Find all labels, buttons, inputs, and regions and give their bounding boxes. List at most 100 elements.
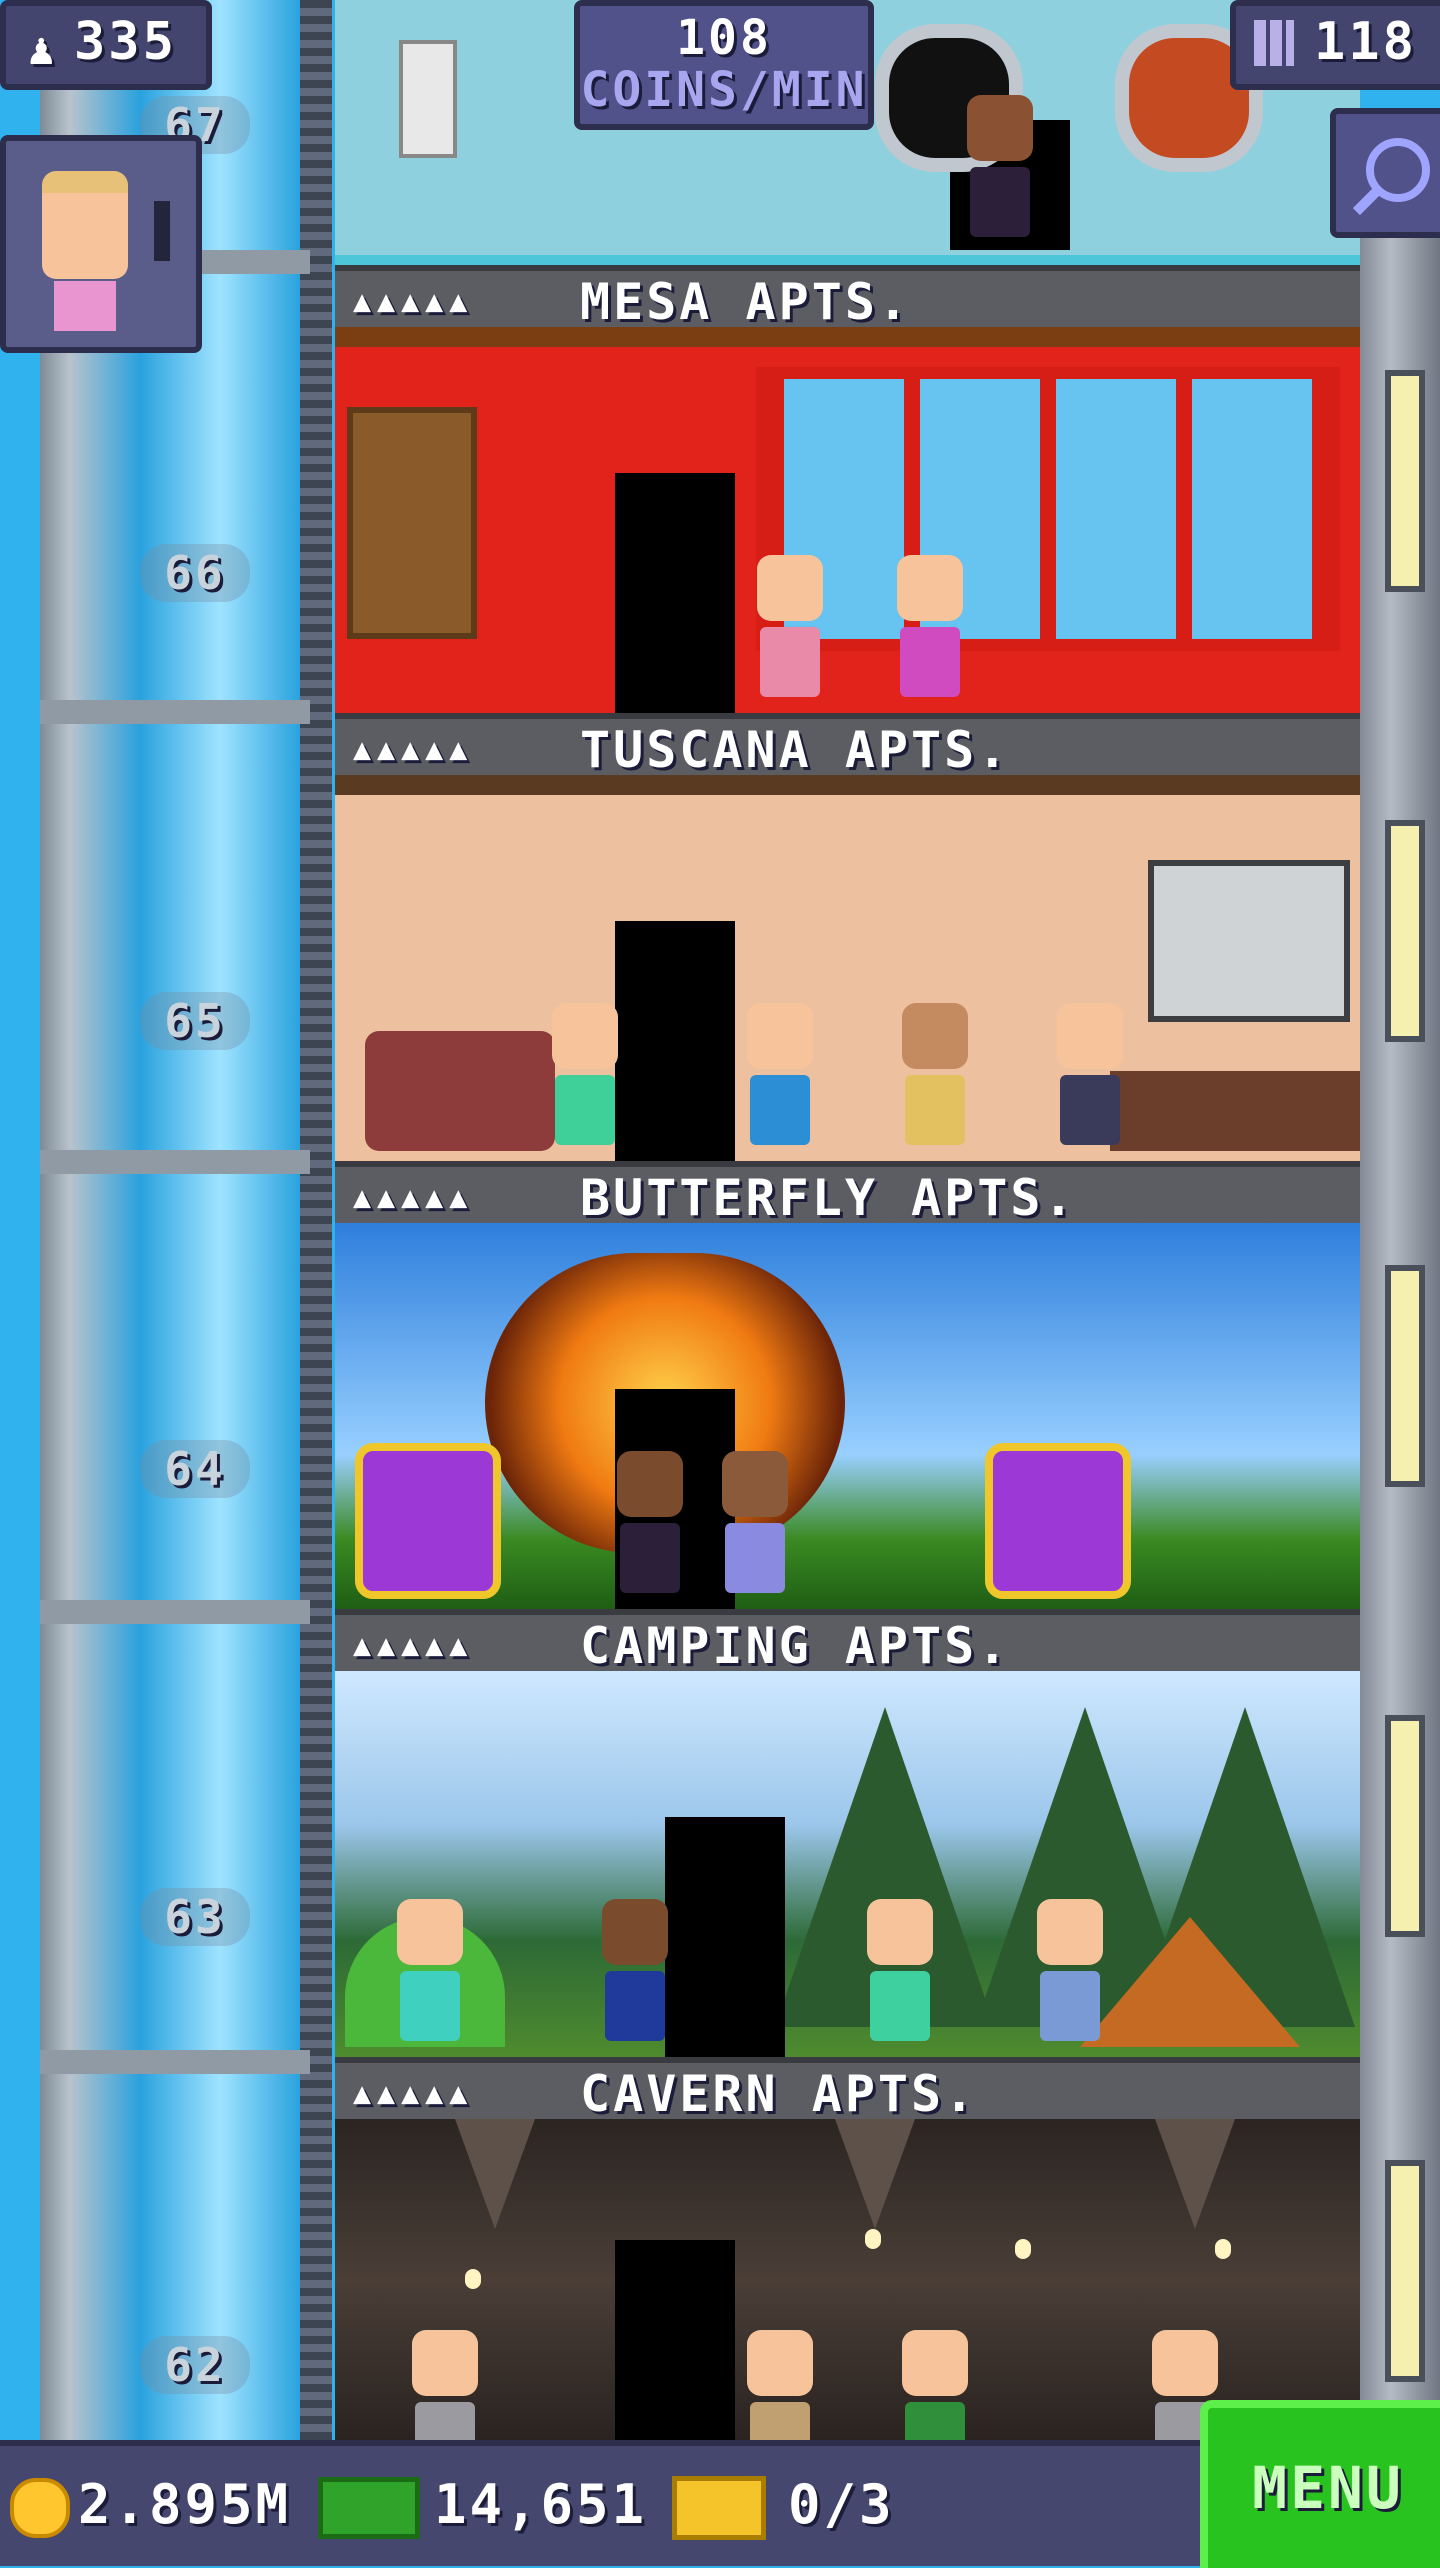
star-rating: ▲▲▲▲▲ <box>353 2076 474 2111</box>
floor-name: BUTTERFLY APTS. <box>580 1169 1077 1227</box>
bookshelf <box>347 407 477 639</box>
coin-balance[interactable]: 2.895M <box>10 2460 291 2550</box>
resident[interactable] <box>600 1899 670 2049</box>
stalactite <box>1155 2119 1235 2229</box>
sofa <box>365 1031 555 1151</box>
room-interior[interactable] <box>335 1671 1360 2057</box>
person-icon: ♟ <box>28 24 58 75</box>
shaft-divider <box>40 2050 310 2074</box>
search-button[interactable] <box>1330 108 1440 238</box>
elevator-shaft[interactable] <box>40 0 310 2440</box>
room-door <box>615 473 735 713</box>
floor-header: ▲▲▲▲▲ CAVERN APTS. <box>335 2057 1360 2125</box>
floor-camping[interactable]: ▲▲▲▲▲ CAMPING APTS. <box>335 1609 1360 2057</box>
floor-mesa[interactable]: ▲▲▲▲▲ MESA APTS. <box>335 265 1360 713</box>
population-counter[interactable]: ♟ 335 <box>0 0 212 90</box>
population-value: 335 <box>74 12 177 72</box>
string-light <box>1215 2239 1231 2259</box>
stalactite <box>455 2119 535 2229</box>
star-rating: ▲▲▲▲▲ <box>353 732 474 767</box>
stair-light <box>1385 820 1425 1042</box>
floor-tuscana[interactable]: ▲▲▲▲▲ TUSCANA APTS. <box>335 713 1360 1161</box>
alert-icon <box>154 201 170 261</box>
stair-light <box>1385 1715 1425 1937</box>
shaft-floor-number: 65 <box>140 992 250 1050</box>
shaft-floor-number: 63 <box>140 1888 250 1946</box>
bux-icon <box>318 2477 420 2540</box>
tent <box>1080 1917 1300 2047</box>
star-rating: ▲▲▲▲▲ <box>353 284 474 319</box>
ticket-icon <box>672 2476 766 2541</box>
resident[interactable] <box>615 1451 685 1601</box>
room-interior[interactable] <box>335 775 1360 1161</box>
coin-value: 2.895M <box>78 2473 292 2536</box>
floor-counter[interactable]: 118 <box>1230 0 1440 90</box>
room-interior[interactable] <box>335 2119 1360 2472</box>
counter <box>1110 1071 1360 1151</box>
sky-background <box>0 0 40 2440</box>
menu-button[interactable]: MENU <box>1200 2400 1440 2568</box>
coin-icon <box>10 2478 70 2539</box>
coins-per-minute[interactable]: 108 COINS/MIN <box>574 0 874 130</box>
resident[interactable] <box>755 555 825 705</box>
resident[interactable] <box>395 1899 465 2049</box>
resident[interactable] <box>550 1003 620 1153</box>
resident[interactable] <box>1055 1003 1125 1153</box>
coins-per-minute-unit: COINS/MIN <box>580 62 868 118</box>
ticket-value: 0/3 <box>788 2473 895 2536</box>
stair-light <box>1385 1265 1425 1487</box>
star-rating: ▲▲▲▲▲ <box>353 1628 474 1663</box>
floor-butterfly[interactable]: ▲▲▲▲▲ BUTTERFLY APTS. <box>335 1161 1360 1609</box>
room-door <box>615 2240 735 2440</box>
resident[interactable] <box>1035 1899 1105 2049</box>
floor-cavern[interactable]: ▲▲▲▲▲ CAVERN APTS. <box>335 2057 1360 2472</box>
ticket-counter[interactable]: 0/3 <box>672 2460 895 2550</box>
string-light <box>865 2229 881 2249</box>
room-window <box>756 367 1340 651</box>
resident[interactable] <box>745 1003 815 1153</box>
shaft-divider <box>40 1150 310 1174</box>
shaft-floor-number: 66 <box>140 544 250 602</box>
sofa <box>355 1443 501 1599</box>
floor-header: ▲▲▲▲▲ BUTTERFLY APTS. <box>335 1161 1360 1229</box>
resident[interactable] <box>865 1899 935 2049</box>
room-interior[interactable] <box>335 1223 1360 1609</box>
floor-count-value: 118 <box>1314 12 1417 72</box>
floor-name: TUSCANA APTS. <box>580 721 1011 779</box>
stair-light <box>1385 2160 1425 2382</box>
shaft-floor-number: 62 <box>140 2336 250 2394</box>
resident[interactable] <box>720 1451 790 1601</box>
floor-header: ▲▲▲▲▲ CAMPING APTS. <box>335 1609 1360 1677</box>
bux-value: 14,651 <box>434 2473 648 2536</box>
string-light <box>465 2269 481 2289</box>
resident[interactable] <box>965 95 1035 245</box>
resident[interactable] <box>895 555 965 705</box>
visitor-body <box>54 281 116 331</box>
room-door <box>615 921 735 1161</box>
cabinet <box>1148 860 1350 1022</box>
elevator-rail <box>300 0 332 2440</box>
string-light <box>1015 2239 1031 2259</box>
stair-light <box>1385 370 1425 592</box>
visitor-notification[interactable] <box>0 135 202 353</box>
star-rating: ▲▲▲▲▲ <box>353 1180 474 1215</box>
sofa <box>985 1443 1131 1599</box>
shaft-floor-number: 64 <box>140 1440 250 1498</box>
floor-header: ▲▲▲▲▲ MESA APTS. <box>335 265 1360 333</box>
floor-header: ▲▲▲▲▲ TUSCANA APTS. <box>335 713 1360 781</box>
floor-name: CAMPING APTS. <box>580 1617 1011 1675</box>
shaft-divider <box>40 700 310 724</box>
visitor-avatar <box>42 171 128 279</box>
room-interior[interactable] <box>335 327 1360 713</box>
coins-per-minute-value: 108 <box>676 10 772 66</box>
shaft-divider <box>40 1600 310 1624</box>
floor-name: MESA APTS. <box>580 273 912 331</box>
magnifier-handle <box>1352 186 1382 216</box>
building-icon <box>1254 20 1294 66</box>
stalactite <box>835 2119 915 2229</box>
room-door <box>665 1817 785 2057</box>
wall-panel <box>399 40 457 158</box>
floor-name: CAVERN APTS. <box>580 2065 978 2123</box>
resident[interactable] <box>900 1003 970 1153</box>
tower-bux-balance[interactable]: 14,651 <box>318 2460 647 2550</box>
